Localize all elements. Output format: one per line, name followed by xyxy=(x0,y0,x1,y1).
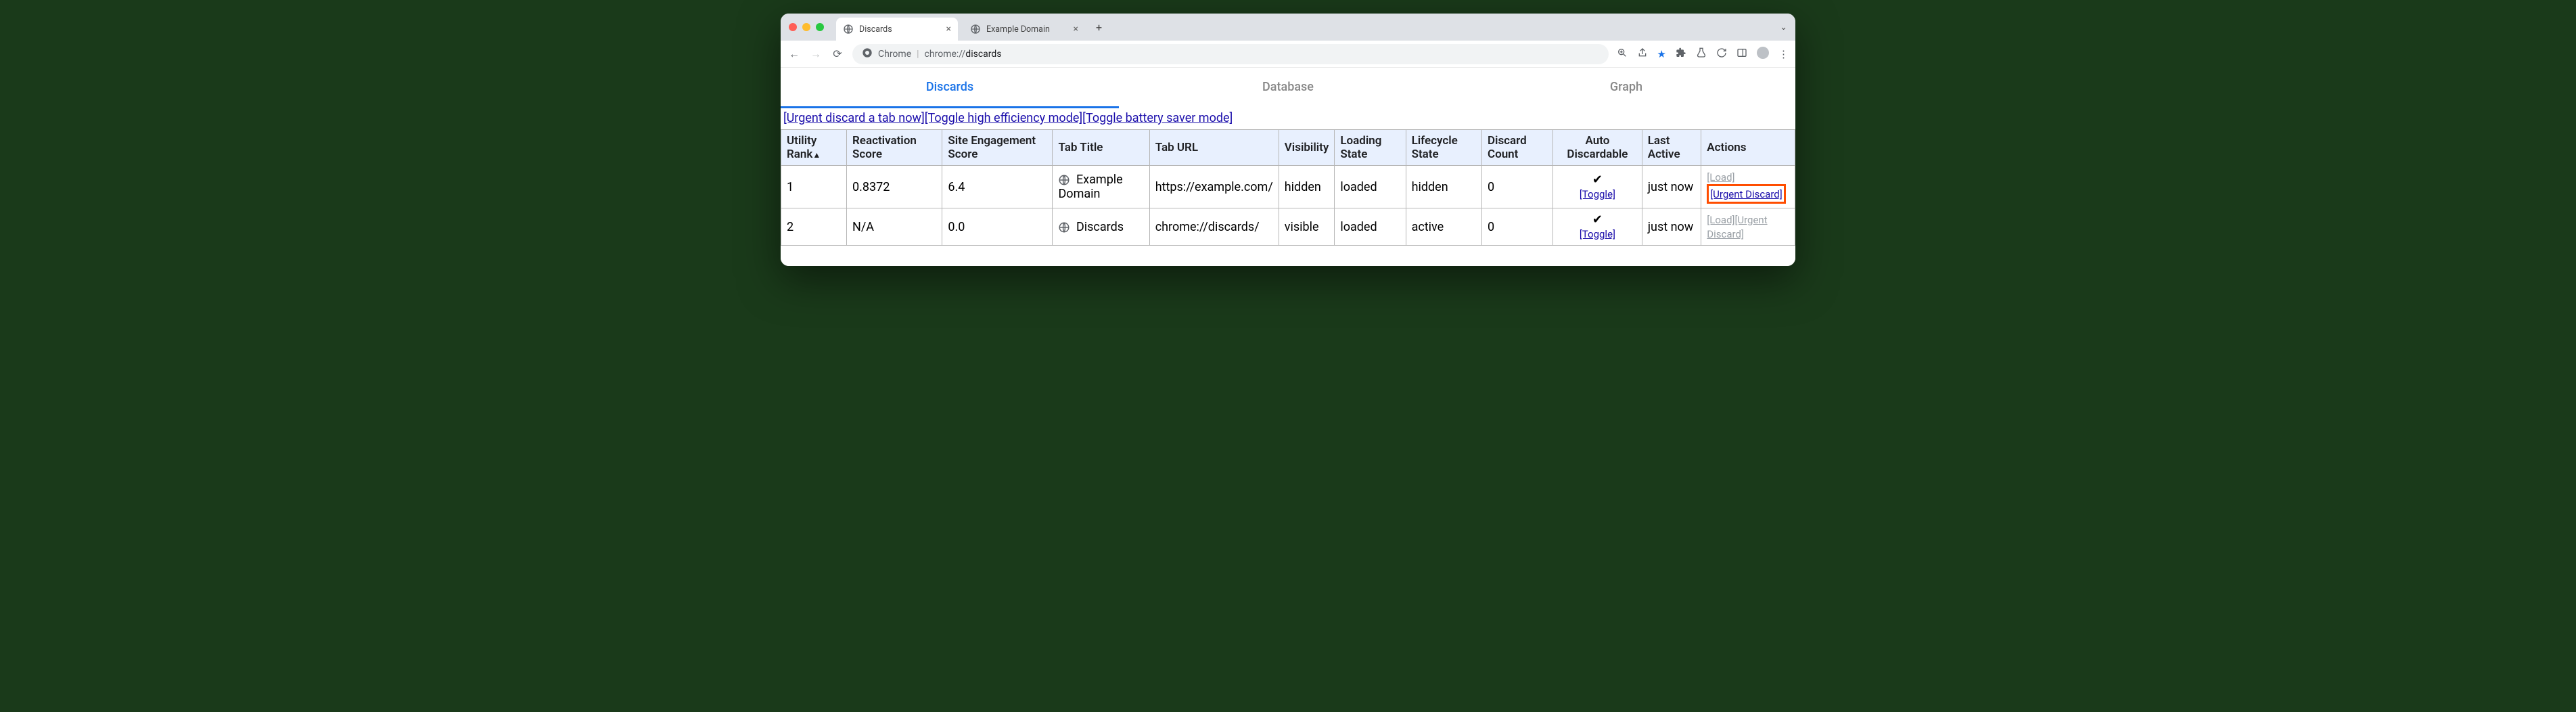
cell-site-engagement: 6.4 xyxy=(942,166,1053,208)
globe-icon xyxy=(970,24,981,35)
new-tab-button[interactable]: + xyxy=(1090,21,1107,34)
browser-tab-title: Example Domain xyxy=(986,24,1050,35)
content-tabs: Discards Database Graph xyxy=(781,68,1795,108)
close-window-button[interactable] xyxy=(789,23,797,31)
reload-button[interactable]: ⟳ xyxy=(831,47,844,60)
urgent-discard-now-link[interactable]: [Urgent discard a tab now] xyxy=(783,111,925,125)
cell-discard-count: 0 xyxy=(1481,208,1552,246)
cell-site-engagement: 0.0 xyxy=(942,208,1053,246)
window-controls xyxy=(789,23,824,31)
tab-graph[interactable]: Graph xyxy=(1457,68,1795,108)
cell-last-active: just now xyxy=(1642,208,1701,246)
col-utility-rank[interactable]: Utility Rank▲ xyxy=(781,130,847,166)
sidepanel-icon[interactable] xyxy=(1736,47,1747,61)
maximize-window-button[interactable] xyxy=(816,23,824,31)
action-links-row: [Urgent discard a tab now][Toggle high e… xyxy=(781,108,1795,129)
url-protocol: chrome:// xyxy=(925,49,966,60)
col-discard-count[interactable]: Discard Count xyxy=(1481,130,1552,166)
check-icon: ✔ xyxy=(1559,213,1636,227)
tab-overflow-button[interactable]: ⌄ xyxy=(1780,22,1787,32)
col-reactivation-score[interactable]: Reactivation Score xyxy=(847,130,942,166)
table-row: 2 N/A 0.0 Discards chrome://discards/ vi… xyxy=(781,208,1795,246)
sort-asc-icon: ▲ xyxy=(812,150,821,160)
browser-tab-title: Discards xyxy=(859,24,892,35)
zoom-icon[interactable] xyxy=(1617,47,1628,61)
load-action-link: [Load] xyxy=(1707,214,1734,226)
browser-window: Discards × Example Domain × + ⌄ ← → ⟳ Ch… xyxy=(781,14,1795,266)
col-visibility[interactable]: Visibility xyxy=(1279,130,1335,166)
col-tab-title[interactable]: Tab Title xyxy=(1053,130,1149,166)
urgent-discard-highlight: [Urgent Discard] xyxy=(1707,184,1785,204)
toggle-battery-saver-link[interactable]: [Toggle battery saver mode] xyxy=(1082,111,1233,125)
back-button[interactable]: ← xyxy=(787,47,801,61)
toggle-high-efficiency-link[interactable]: [Toggle high efficiency mode] xyxy=(925,111,1082,125)
globe-icon xyxy=(1058,221,1070,233)
cell-reactivation: 0.8372 xyxy=(847,166,942,208)
tab-discards[interactable]: Discards xyxy=(781,68,1119,108)
cell-rank: 1 xyxy=(781,166,847,208)
check-icon: ✔ xyxy=(1559,173,1636,187)
chrome-icon xyxy=(862,47,873,61)
table-header-row: Utility Rank▲ Reactivation Score Site En… xyxy=(781,130,1795,166)
menu-icon[interactable]: ⋮ xyxy=(1778,48,1789,60)
col-site-engagement[interactable]: Site Engagement Score xyxy=(942,130,1053,166)
bookmark-star-icon[interactable]: ★ xyxy=(1657,48,1666,60)
cell-title: Example Domain xyxy=(1053,166,1149,208)
load-action-link: [Load] xyxy=(1707,171,1734,183)
url-path: discards xyxy=(965,49,1001,60)
browser-toolbar: ← → ⟳ Chrome | chrome://discards ★ ⋮ xyxy=(781,41,1795,68)
cell-auto-discardable: ✔ [Toggle] xyxy=(1553,208,1642,246)
cell-actions: [Load][Urgent Discard] xyxy=(1701,208,1795,246)
update-icon[interactable] xyxy=(1716,47,1727,61)
profile-avatar[interactable] xyxy=(1757,47,1769,62)
cell-loading: loaded xyxy=(1335,166,1406,208)
cell-actions: [Load] [Urgent Discard] xyxy=(1701,166,1795,208)
minimize-window-button[interactable] xyxy=(802,23,810,31)
cell-lifecycle: active xyxy=(1406,208,1481,246)
cell-rank: 2 xyxy=(781,208,847,246)
toggle-auto-discardable-link[interactable]: [Toggle] xyxy=(1580,188,1615,200)
col-actions[interactable]: Actions xyxy=(1701,130,1795,166)
toolbar-actions: ★ ⋮ xyxy=(1617,47,1789,62)
page-context-label: Chrome xyxy=(878,49,911,60)
close-tab-icon[interactable]: × xyxy=(1074,24,1078,35)
browser-tab-example[interactable]: Example Domain × xyxy=(963,18,1085,41)
cell-url: chrome://discards/ xyxy=(1149,208,1279,246)
labs-icon[interactable] xyxy=(1696,47,1707,61)
cell-reactivation: N/A xyxy=(847,208,942,246)
cell-visibility: visible xyxy=(1279,208,1335,246)
cell-lifecycle: hidden xyxy=(1406,166,1481,208)
col-tab-url[interactable]: Tab URL xyxy=(1149,130,1279,166)
extensions-icon[interactable] xyxy=(1676,47,1686,61)
col-last-active[interactable]: Last Active xyxy=(1642,130,1701,166)
close-tab-icon[interactable]: × xyxy=(946,24,951,35)
cell-visibility: hidden xyxy=(1279,166,1335,208)
share-icon[interactable] xyxy=(1637,47,1648,61)
forward-button[interactable]: → xyxy=(809,47,823,61)
cell-auto-discardable: ✔ [Toggle] xyxy=(1553,166,1642,208)
col-auto-discardable[interactable]: Auto Discardable xyxy=(1553,130,1642,166)
cell-loading: loaded xyxy=(1335,208,1406,246)
page-content: Discards Database Graph [Urgent discard … xyxy=(781,68,1795,266)
urgent-discard-action-link[interactable]: [Urgent Discard] xyxy=(1710,188,1782,200)
table-row: 1 0.8372 6.4 Example Domain https://exam… xyxy=(781,166,1795,208)
cell-last-active: just now xyxy=(1642,166,1701,208)
toggle-auto-discardable-link[interactable]: [Toggle] xyxy=(1580,228,1615,240)
globe-icon xyxy=(843,24,854,35)
window-titlebar: Discards × Example Domain × + ⌄ xyxy=(781,14,1795,41)
cell-url: https://example.com/ xyxy=(1149,166,1279,208)
globe-icon xyxy=(1058,174,1070,186)
discards-table: Utility Rank▲ Reactivation Score Site En… xyxy=(781,129,1795,246)
tab-database[interactable]: Database xyxy=(1119,68,1457,108)
address-bar[interactable]: Chrome | chrome://discards xyxy=(852,44,1609,64)
cell-discard-count: 0 xyxy=(1481,166,1552,208)
col-loading-state[interactable]: Loading State xyxy=(1335,130,1406,166)
col-lifecycle-state[interactable]: Lifecycle State xyxy=(1406,130,1481,166)
browser-tab-discards[interactable]: Discards × xyxy=(836,18,958,41)
cell-title: Discards xyxy=(1053,208,1149,246)
